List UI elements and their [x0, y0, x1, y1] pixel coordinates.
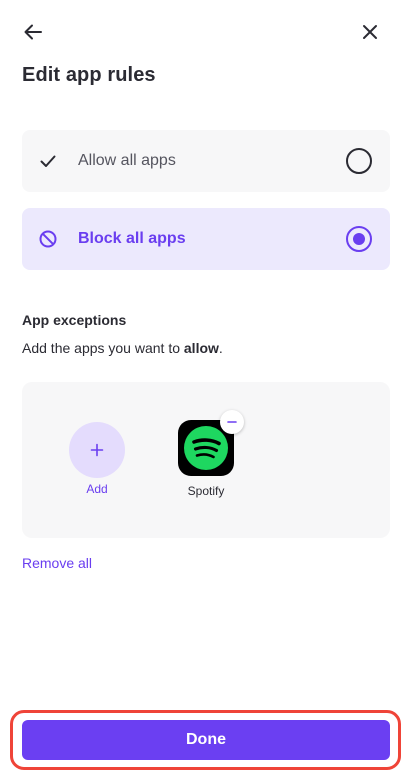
app-exceptions-list: Add Spotify — [22, 382, 390, 538]
app-exceptions-heading: App exceptions — [22, 312, 127, 328]
block-all-apps-radio[interactable] — [346, 226, 372, 252]
allow-all-apps-label: Allow all apps — [78, 152, 176, 169]
arrow-left-icon — [24, 24, 42, 40]
plus-icon — [90, 443, 104, 457]
spotify-app-label: Spotify — [187, 484, 225, 498]
add-app-button[interactable] — [69, 422, 125, 478]
block-all-apps-label: Block all apps — [78, 230, 186, 247]
app-exceptions-description: Add the apps you want to allow. — [22, 340, 223, 356]
description-prefix: Add the apps you want to — [22, 340, 184, 356]
add-app-label[interactable]: Add — [69, 482, 125, 496]
close-icon — [363, 25, 377, 39]
check-icon — [40, 155, 56, 167]
description-emphasis: allow — [183, 340, 219, 356]
minus-icon — [227, 421, 237, 423]
remove-spotify-button[interactable] — [220, 410, 244, 434]
close-button[interactable] — [355, 17, 385, 47]
back-button[interactable] — [18, 17, 48, 47]
block-icon — [39, 230, 57, 248]
allow-all-apps-radio[interactable] — [346, 148, 372, 174]
block-all-apps-option[interactable]: Block all apps — [22, 208, 390, 270]
remove-all-link[interactable]: Remove all — [22, 555, 92, 571]
spotify-icon — [184, 426, 228, 470]
top-bar — [0, 0, 411, 64]
allow-all-apps-option[interactable]: Allow all apps — [22, 130, 390, 192]
description-suffix: . — [218, 340, 223, 356]
page-title: Edit app rules — [22, 64, 156, 86]
done-button[interactable]: Done — [22, 720, 390, 760]
